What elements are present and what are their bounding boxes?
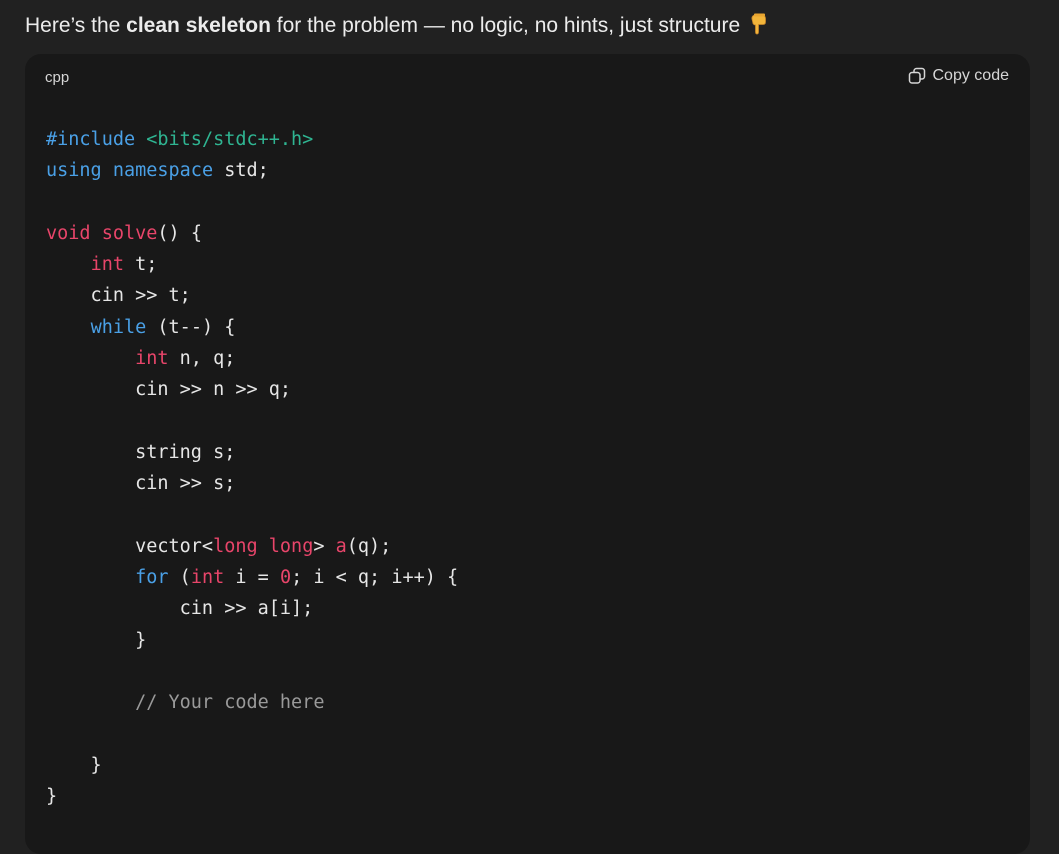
code-line: #include <bits/stdc++.h> xyxy=(46,129,314,150)
code-line: vector<long long> a(q); xyxy=(46,535,392,557)
code-block-header: cpp Copy code xyxy=(25,54,1030,102)
code-line: // Your code here xyxy=(135,692,325,714)
copy-icon xyxy=(908,67,926,85)
code-line: cin >> s; xyxy=(46,473,236,495)
pointing-down-hand-icon xyxy=(750,13,768,43)
intro-bold: clean skeleton xyxy=(126,14,271,37)
code-line: } xyxy=(46,754,102,776)
code-line: cin >> t; xyxy=(46,285,191,307)
code-line: int n, q; xyxy=(135,348,236,370)
intro-prefix: Here’s the xyxy=(25,14,127,37)
code-content: #include <bits/stdc++.h> using namespace… xyxy=(46,124,458,813)
code-block: cpp Copy code #include <bits/stdc++.h> u… xyxy=(25,54,1030,854)
code-language-label: cpp xyxy=(45,69,70,86)
copy-code-label: Copy code xyxy=(932,67,1010,84)
response-intro: Here’s the clean skeleton for the proble… xyxy=(25,12,768,43)
code-line: string s; xyxy=(46,441,236,463)
intro-suffix: for the problem — no logic, no hints, ju… xyxy=(270,14,741,37)
code-line: for (int i = 0; i < q; i++) { xyxy=(135,567,459,589)
code-line: int t; xyxy=(90,254,158,276)
code-line: cin >> n >> q; xyxy=(46,379,292,401)
code-line: } xyxy=(46,629,147,651)
code-line: while (t--) { xyxy=(90,316,236,338)
code-line: } xyxy=(46,786,58,808)
code-line: cin >> a[i]; xyxy=(46,598,314,620)
code-line: using namespace std; xyxy=(46,160,269,182)
code-line: void solve() { xyxy=(46,222,202,244)
copy-code-button[interactable]: Copy code xyxy=(908,67,1010,85)
